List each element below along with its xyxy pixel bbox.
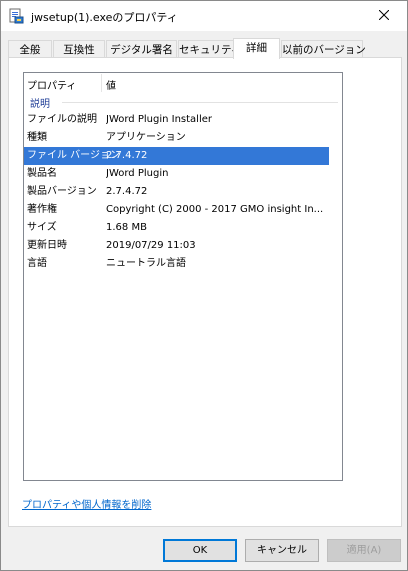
title-bar: jwsetup(1).exeのプロパティ [1,1,407,31]
property-value: 2.7.4.72 [106,150,148,161]
property-value: 1.68 MB [106,222,147,233]
table-row[interactable]: 種類 アプリケーション [24,129,342,147]
table-row[interactable]: ファイルの説明 JWord Plugin Installer [24,111,342,129]
column-header-value[interactable]: 値 [106,77,116,92]
tab-compatibility[interactable]: 互換性 [53,40,105,58]
property-value: ニュートラル言語 [106,258,186,269]
details-panel: プロパティ 値 説明 ファイルの説明 JWord Plugin Installe… [8,57,402,527]
property-name: 更新日時 [27,240,67,251]
property-value: JWord Plugin Installer [106,114,212,125]
table-row[interactable]: サイズ 1.68 MB [24,219,342,237]
property-name: ファイルの説明 [27,114,97,125]
ok-button[interactable]: OK [163,539,237,562]
group-divider [62,102,338,103]
close-button[interactable] [361,1,407,31]
tab-security[interactable]: セキュリティ [178,40,241,58]
property-name: 種類 [27,132,47,143]
property-name: 言語 [27,258,47,269]
table-row[interactable]: 製品バージョン 2.7.4.72 [24,183,342,201]
cancel-button[interactable]: キャンセル [245,539,319,562]
property-name: 著作権 [27,204,57,215]
table-row[interactable]: 製品名 JWord Plugin [24,165,342,183]
tab-details[interactable]: 詳細 [233,38,280,59]
listview-header: プロパティ 値 [24,73,342,93]
property-value: アプリケーション [106,132,186,143]
remove-properties-link[interactable]: プロパティや個人情報を削除 [22,496,151,511]
column-header-property[interactable]: プロパティ [27,77,76,92]
table-row-selected[interactable]: ファイル バージョン 2.7.4.72 [24,147,329,165]
apply-button[interactable]: 適用(A) [327,539,401,562]
property-rows: ファイルの説明 JWord Plugin Installer 種類 アプリケーシ… [24,111,342,273]
tab-digital-signatures[interactable]: デジタル署名 [106,40,177,58]
tab-general[interactable]: 全般 [8,40,52,58]
property-value: Copyright (C) 2000 - 2017 GMO insight In… [106,204,324,215]
properties-window: jwsetup(1).exeのプロパティ 全般 互換性 デジタル署名 セキュリテ… [0,0,408,571]
table-row[interactable]: 言語 ニュートラル言語 [24,255,342,273]
property-name: サイズ [27,222,57,233]
table-row[interactable]: 更新日時 2019/07/29 11:03 [24,237,342,255]
property-name: 製品名 [27,168,57,179]
property-name: 製品バージョン [27,186,97,197]
tab-previous-versions[interactable]: 以前のバージョン [281,40,366,58]
column-divider[interactable] [101,74,102,92]
table-row[interactable]: 著作権 Copyright (C) 2000 - 2017 GMO insigh… [24,201,342,219]
file-properties-icon [8,8,24,24]
close-icon [378,9,390,23]
property-value: JWord Plugin [106,168,169,179]
property-value: 2.7.4.72 [106,186,148,197]
details-listview[interactable]: プロパティ 値 説明 ファイルの説明 JWord Plugin Installe… [23,72,343,481]
property-value: 2019/07/29 11:03 [106,240,196,251]
group-description-label: 説明 [30,99,50,110]
window-title: jwsetup(1).exeのプロパティ [31,11,178,24]
tab-strip: 全般 互換性 デジタル署名 セキュリティ 詳細 以前のバージョン [8,38,402,59]
